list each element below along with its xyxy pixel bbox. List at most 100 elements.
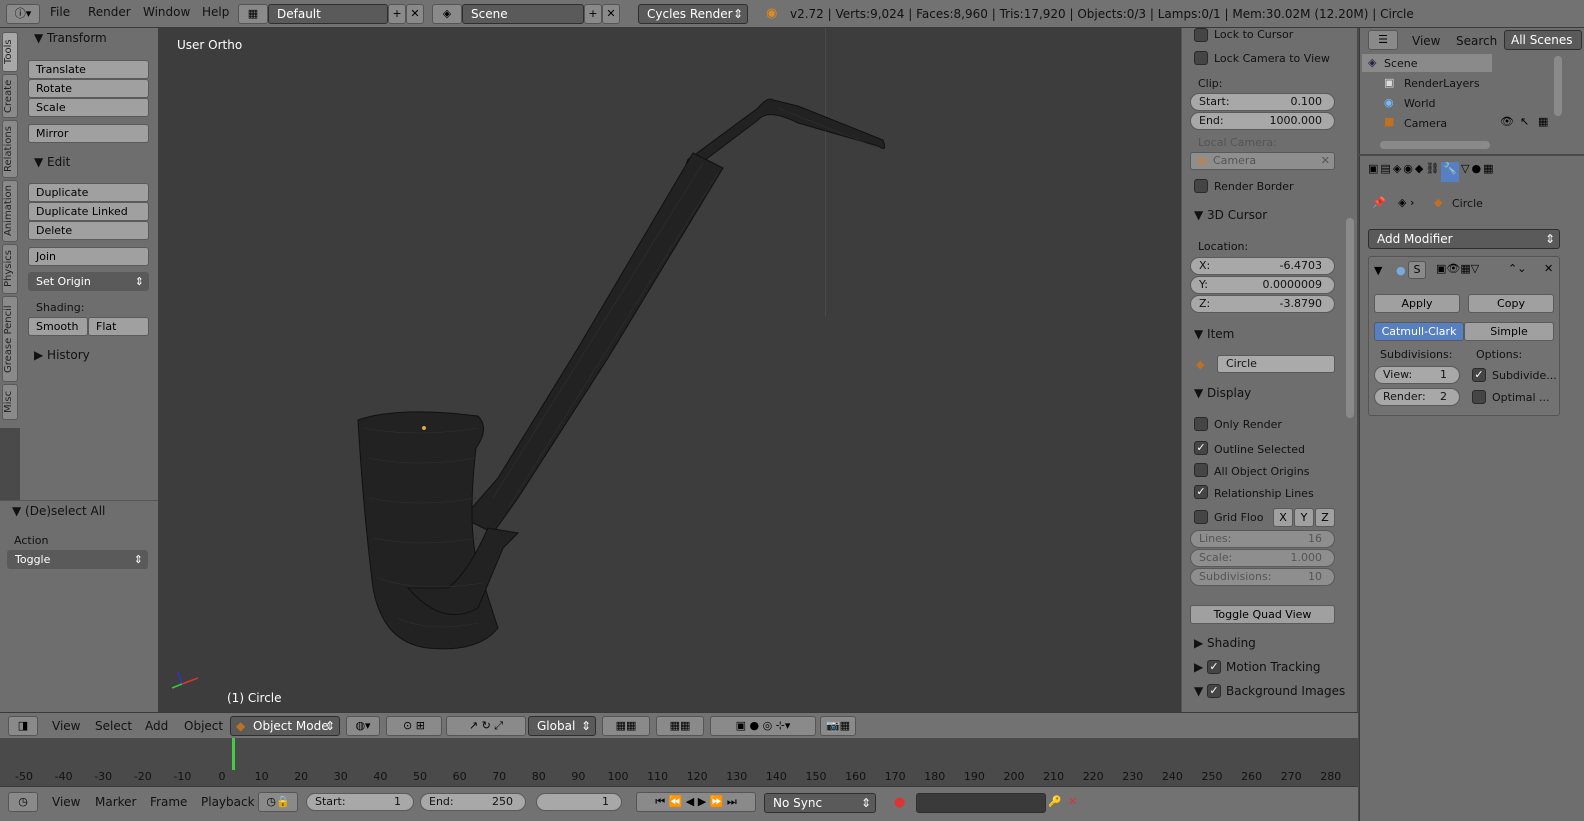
operator-header[interactable]: ▼ (De)select All — [12, 504, 105, 518]
display-header[interactable]: ▼ Display — [1194, 386, 1251, 400]
tab-create[interactable]: Create — [2, 74, 18, 118]
scale-button[interactable]: Scale — [28, 98, 149, 117]
history-header[interactable]: ▶ History — [34, 348, 90, 362]
preview-range-lock-icons[interactable]: ◷🔒 — [258, 792, 298, 812]
scene-field[interactable]: Scene — [462, 4, 584, 24]
current-frame-marker[interactable] — [232, 738, 235, 770]
timeline[interactable] — [0, 738, 1358, 786]
menu-window[interactable]: Window — [143, 5, 190, 19]
saxophone-mesh[interactable] — [158, 28, 1181, 712]
insert-keyframe-icon[interactable]: 🔑 — [1048, 795, 1062, 808]
delete-keyframe-icon[interactable]: ✕ — [1068, 795, 1077, 808]
menu-help[interactable]: Help — [202, 5, 229, 19]
tab-misc[interactable]: Misc — [2, 384, 18, 420]
info-editor-icon[interactable]: ⓘ▾ — [6, 4, 40, 24]
add-layout-icon[interactable]: + — [388, 4, 406, 24]
local-camera-field[interactable]: ■ Camera ✕ — [1190, 152, 1335, 170]
outliner-menu-view[interactable]: View — [1412, 34, 1440, 48]
optimal-display-checkbox[interactable] — [1472, 390, 1486, 404]
edit-header[interactable]: ▼ Edit — [34, 155, 70, 169]
tab-physics[interactable]: Physics — [2, 244, 18, 294]
view-levels-field[interactable]: View: 1 — [1374, 366, 1460, 384]
tab-relations[interactable]: Relations — [2, 120, 18, 178]
tl-menu-marker[interactable]: Marker — [95, 795, 136, 809]
grid-lines-field[interactable]: Lines: 16 — [1190, 530, 1335, 548]
menu-render[interactable]: Render — [88, 5, 131, 19]
flat-button[interactable]: Flat — [88, 317, 149, 336]
close-layout-icon[interactable]: ✕ — [406, 4, 424, 24]
delete-button[interactable]: Delete — [28, 221, 149, 240]
orientation-select[interactable]: Global ⇕ — [528, 716, 596, 736]
pin-icon[interactable]: 📌 — [1372, 196, 1386, 209]
timeline-editor-icon[interactable]: ◷ — [8, 792, 38, 812]
grid-axis-y-toggle[interactable]: Y — [1294, 508, 1314, 527]
outline-selected-checkbox[interactable]: ✓ — [1194, 441, 1208, 455]
action-select[interactable]: Toggle ⇕ — [7, 550, 148, 569]
add-modifier-select[interactable]: Add Modifier ⇕ — [1368, 229, 1560, 249]
transform-header[interactable]: ▼ Transform — [34, 31, 107, 45]
cursor-header[interactable]: ▼ 3D Cursor — [1194, 208, 1267, 222]
smooth-button[interactable]: Smooth — [28, 317, 88, 336]
transform-manipulator-icons[interactable]: ↗ ↻ ⤢ — [446, 716, 526, 736]
pivot-manipulator-icons[interactable]: ⊙ ⊞ — [386, 716, 442, 736]
layers-grid-a[interactable]: ▦▦ — [602, 716, 650, 736]
render-engine-select[interactable]: Cycles Render ⇕ — [638, 4, 748, 24]
clip-end-field[interactable]: End: 1000.000 — [1190, 112, 1335, 130]
lock-camera-checkbox[interactable] — [1194, 51, 1208, 65]
outliner-scene[interactable]: Scene — [1384, 57, 1418, 70]
outliner-world[interactable]: World — [1404, 97, 1436, 110]
shading-header[interactable]: ▶ Shading — [1194, 636, 1256, 650]
constraints-tab-icon[interactable]: ⛓ — [1425, 162, 1439, 182]
move-modifier-icons[interactable]: ⌃⌄ — [1508, 262, 1526, 275]
translate-button[interactable]: Translate — [28, 60, 149, 79]
render-levels-field[interactable]: Render: 2 — [1374, 388, 1460, 406]
all-origins-checkbox[interactable] — [1194, 463, 1208, 477]
cursor-select-icon[interactable]: ↖ — [1520, 115, 1529, 128]
cursor-y-field[interactable]: Y: 0.0000009 — [1190, 276, 1335, 294]
grid-floor-checkbox[interactable] — [1194, 510, 1208, 524]
vp-menu-add[interactable]: Add — [145, 719, 168, 733]
eye-icon[interactable]: 👁 — [1500, 115, 1514, 128]
texture-tab-icon[interactable]: ▦ — [1483, 162, 1493, 182]
shading-mode-icon[interactable]: ◍▾ — [346, 716, 380, 736]
layers-tab-icon[interactable]: ▤ — [1380, 162, 1390, 182]
scene-tab-icon[interactable]: ◈ — [1393, 162, 1401, 182]
simple-button[interactable]: Simple — [1464, 322, 1554, 341]
toggle-quad-view-button[interactable]: Toggle Quad View — [1190, 605, 1335, 624]
3d-viewport[interactable]: User Ortho (1) Circle — [158, 28, 1181, 712]
item-header[interactable]: ▼ Item — [1194, 327, 1234, 341]
layers-grid-b[interactable]: ▦▦ — [656, 716, 704, 736]
tab-animation[interactable]: Animation — [2, 180, 18, 242]
outliner-display-select[interactable]: All Scenes — [1504, 30, 1582, 50]
vp-menu-object[interactable]: Object — [184, 719, 223, 733]
render-icon[interactable]: ▦ — [1538, 115, 1548, 128]
set-origin-select[interactable]: Set Origin ⇕ — [28, 272, 149, 291]
grid-scale-field[interactable]: Scale: 1.000 — [1190, 549, 1335, 567]
collapse-modifier-icon[interactable]: ▼ — [1374, 264, 1382, 277]
render-border-checkbox[interactable] — [1194, 179, 1208, 193]
mirror-button[interactable]: Mirror — [28, 124, 149, 143]
vp-menu-select[interactable]: Select — [95, 719, 132, 733]
viewport-editor-icon[interactable]: ◨ — [8, 716, 38, 736]
cursor-x-field[interactable]: X: -6.4703 — [1190, 257, 1335, 275]
end-frame-field[interactable]: End: 250 — [420, 793, 526, 811]
render-tab-icon[interactable]: ▣ — [1368, 162, 1378, 182]
npanel-scrollbar[interactable] — [1346, 218, 1354, 418]
snap-proportional-icons[interactable]: ▣ ● ◎ ⊹▾ — [710, 716, 816, 736]
close-scene-icon[interactable]: ✕ — [602, 4, 620, 24]
rotate-button[interactable]: Rotate — [28, 79, 149, 98]
object-mode-select[interactable]: ◆ Object Mode ⇕ — [230, 716, 340, 736]
grid-axis-z-toggle[interactable]: Z — [1315, 508, 1335, 527]
world-tab-icon[interactable]: ◉ — [1403, 162, 1413, 182]
outliner-vscrollbar[interactable] — [1554, 56, 1562, 116]
tl-menu-playback[interactable]: Playback — [201, 795, 255, 809]
duplicate-button[interactable]: Duplicate — [28, 183, 149, 202]
motion-tracking-header[interactable]: ▶ — [1194, 660, 1203, 674]
grid-subdiv-field[interactable]: Subdivisions: 10 — [1190, 568, 1335, 586]
grid-axis-x-toggle[interactable]: X — [1273, 508, 1293, 527]
modifier-name-field[interactable]: S — [1408, 261, 1426, 279]
tab-tools[interactable]: Tools — [2, 32, 18, 72]
catmull-clark-button[interactable]: Catmull-Clark — [1374, 322, 1464, 341]
relationship-lines-checkbox[interactable]: ✓ — [1194, 485, 1208, 499]
outliner-menu-search[interactable]: Search — [1456, 34, 1497, 48]
